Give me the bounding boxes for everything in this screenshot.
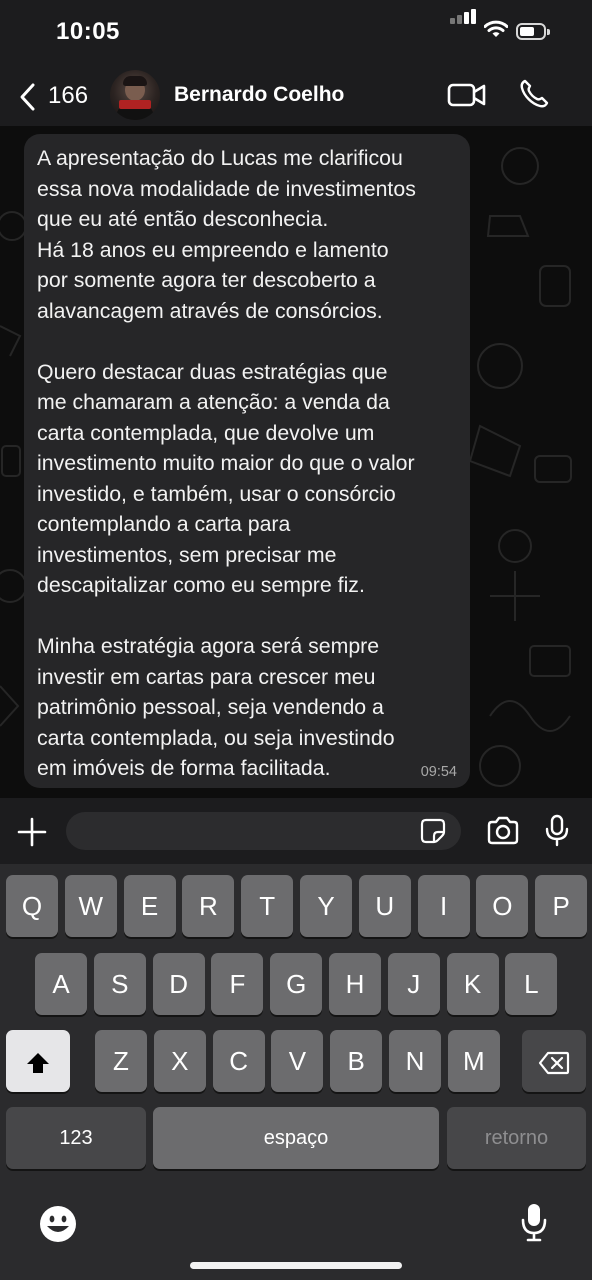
key-u[interactable]: U <box>358 875 411 937</box>
plus-icon[interactable] <box>16 816 48 848</box>
sticker-icon[interactable] <box>420 818 446 844</box>
space-key[interactable]: espaço <box>153 1107 439 1169</box>
chat-header: 166 Bernardo Coelho <box>0 66 592 126</box>
status-bar: 10:05 <box>0 0 592 66</box>
chat-area[interactable]: A apresentação do Lucas me clarificou es… <box>0 126 592 798</box>
clock: 10:05 <box>56 18 120 45</box>
key-k[interactable]: K <box>446 953 499 1015</box>
key-c[interactable]: C <box>212 1030 265 1092</box>
return-key[interactable]: retorno <box>447 1107 586 1169</box>
key-g[interactable]: G <box>270 953 323 1015</box>
message-input-bar <box>0 798 592 864</box>
dictation-microphone-icon[interactable] <box>520 1202 548 1244</box>
key-n[interactable]: N <box>389 1030 441 1092</box>
shift-key[interactable] <box>6 1030 70 1092</box>
key-f[interactable]: F <box>211 953 264 1015</box>
wifi-icon <box>484 20 508 37</box>
chevron-left-icon <box>20 83 35 111</box>
key-h[interactable]: H <box>329 953 381 1015</box>
key-t[interactable]: T <box>241 875 294 937</box>
key-z[interactable]: Z <box>95 1030 147 1092</box>
video-camera-icon[interactable] <box>446 80 488 110</box>
message-text: A apresentação do Lucas me clarificou es… <box>37 146 416 780</box>
message-bubble[interactable]: A apresentação do Lucas me clarificou es… <box>24 134 470 788</box>
key-r[interactable]: R <box>182 875 235 937</box>
emoji-icon[interactable] <box>38 1204 78 1244</box>
key-l[interactable]: L <box>505 953 558 1015</box>
battery-icon <box>516 23 550 40</box>
shift-arrow-icon <box>27 1053 49 1074</box>
message-input[interactable] <box>66 812 461 850</box>
key-y[interactable]: Y <box>300 875 352 937</box>
key-q[interactable]: Q <box>6 875 58 937</box>
key-o[interactable]: O <box>476 875 529 937</box>
key-i[interactable]: I <box>417 875 470 937</box>
key-x[interactable]: X <box>153 1030 206 1092</box>
key-j[interactable]: J <box>387 953 440 1015</box>
key-m[interactable]: M <box>447 1030 500 1092</box>
key-s[interactable]: S <box>93 953 146 1015</box>
keyboard: QWERTYUIOP ASDFGHJKL ZXCVBNM 123 espaço … <box>0 864 592 1280</box>
microphone-icon[interactable] <box>544 814 570 848</box>
key-b[interactable]: B <box>330 1030 383 1092</box>
avatar[interactable] <box>110 70 160 120</box>
key-d[interactable]: D <box>152 953 205 1015</box>
delete-key[interactable] <box>522 1030 586 1092</box>
key-w[interactable]: W <box>64 875 117 937</box>
key-v[interactable]: V <box>271 1030 324 1092</box>
home-indicator[interactable] <box>190 1262 402 1269</box>
key-e[interactable]: E <box>123 875 176 937</box>
message-timestamp: 09:54 <box>420 764 457 780</box>
numbers-key[interactable]: 123 <box>6 1107 146 1169</box>
contact-name[interactable]: Bernardo Coelho <box>174 83 344 107</box>
phone-icon[interactable] <box>518 78 550 110</box>
key-a[interactable]: A <box>35 953 87 1015</box>
camera-icon[interactable] <box>486 816 520 846</box>
key-p[interactable]: P <box>535 875 588 937</box>
unread-count[interactable]: 166 <box>48 82 88 110</box>
backspace-icon <box>538 1052 570 1075</box>
avatar-badge-logo <box>119 100 151 109</box>
